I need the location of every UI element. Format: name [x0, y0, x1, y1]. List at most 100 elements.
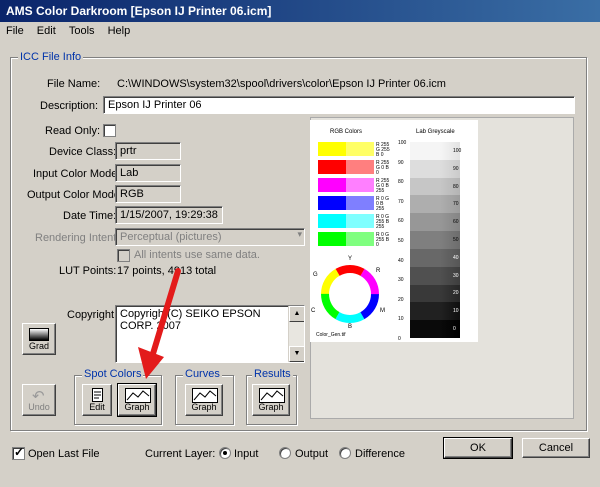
open-last-file-checkbox[interactable]: [12, 445, 25, 460]
red-arrow-annotation: [138, 268, 181, 379]
graph-icon: [125, 388, 151, 403]
input-color-mode-label: Input Color Mode:: [33, 168, 121, 180]
menu-edit[interactable]: Edit: [33, 22, 60, 41]
grey-step-label: 100: [453, 147, 462, 154]
layer-output-label: Output: [295, 448, 329, 460]
scroll-down-icon[interactable]: ▼: [289, 346, 304, 362]
layer-input-radio[interactable]: [219, 447, 231, 459]
read-only-label: Read Only:: [45, 125, 101, 137]
current-layer-label: Current Layer:: [145, 448, 216, 460]
all-intents-label: All intents use same data.: [134, 249, 260, 261]
swatch-primary: [318, 160, 346, 174]
graph-icon: [192, 388, 218, 403]
swatch-rgb-label: R 255 G 0 B 255: [376, 178, 390, 194]
document-edit-icon: [92, 388, 103, 402]
rgb-colors-title: RGB Colors: [330, 129, 363, 135]
copyright-label: Copyright:: [67, 309, 118, 321]
wheel-label-c: C: [311, 308, 316, 314]
main-window: AMS Color Darkroom [Epson IJ Printer 06.…: [0, 0, 600, 487]
window-title: AMS Color Darkroom [Epson IJ Printer 06.…: [6, 4, 272, 18]
results-legend: Results: [252, 368, 293, 380]
grey-step-label: 40: [453, 254, 459, 261]
graph-icon: [259, 388, 285, 403]
grey-axis-tick: 80: [398, 179, 404, 186]
copyright-scrollbar[interactable]: ▲ ▼: [288, 306, 304, 362]
output-color-mode-label: Output Color Mode:: [27, 189, 123, 201]
wheel-label-m: M: [380, 308, 385, 314]
layer-difference-label: Difference: [355, 448, 405, 460]
grey-axis-tick: 60: [398, 218, 404, 225]
spot-edit-label: Edit: [89, 402, 105, 412]
grey-step-label: 30: [453, 272, 459, 279]
grey-axis-tick: 10: [398, 316, 404, 323]
swatch-rgb-label: R 0 G 255 B 255: [376, 214, 390, 230]
swatch-rgb-label: R 0 G 0 B 255: [376, 196, 390, 212]
device-class-field: prtr: [115, 142, 181, 160]
menu-file[interactable]: File: [2, 22, 28, 41]
undo-button[interactable]: ↶ Undo: [22, 384, 56, 416]
rendering-intent-select[interactable]: Perceptual (pictures) ▾: [115, 228, 305, 246]
menu-tools[interactable]: Tools: [65, 22, 99, 41]
menu-help[interactable]: Help: [104, 22, 135, 41]
swatch-rgb-label: R 255 G 0 B 0: [376, 160, 390, 176]
swatch-tint: [346, 160, 374, 174]
lab-greyscale-title: Lab Greyscale: [416, 129, 455, 135]
date-time-label: Date Time:: [63, 210, 117, 222]
device-class-label: Device Class:: [49, 146, 117, 158]
swatch-primary: [318, 214, 346, 228]
grey-step-label: 20: [453, 290, 459, 297]
grey-step-label: 90: [453, 165, 459, 172]
grey-axis-tick: 0: [398, 336, 401, 342]
output-color-mode-field: RGB: [115, 185, 181, 203]
wheel-label-r: R: [376, 268, 381, 274]
undo-button-label: Undo: [28, 402, 50, 412]
curves-graph-label: Graph: [191, 402, 217, 412]
swatch-primary: [318, 232, 346, 246]
swatch-primary: [318, 178, 346, 192]
ok-button[interactable]: OK: [443, 437, 513, 459]
grey-axis-tick: 100: [398, 140, 407, 146]
open-last-file-label: Open Last File: [28, 448, 100, 460]
grey-axis-tick: 90: [398, 159, 404, 166]
title-bar: AMS Color Darkroom [Epson IJ Printer 06.…: [0, 0, 600, 22]
scroll-up-icon[interactable]: ▲: [289, 306, 304, 322]
swatch-tint: [346, 214, 374, 228]
results-graph-label: Graph: [258, 402, 284, 412]
layer-difference-radio[interactable]: [339, 447, 351, 459]
grey-step-label: 10: [453, 308, 459, 315]
chevron-down-icon: ▾: [297, 229, 302, 239]
swatch-tint: [346, 196, 374, 210]
grad-button-label: Grad: [28, 341, 49, 351]
spot-graph-button[interactable]: Graph: [117, 383, 157, 417]
file-name-value: C:\WINDOWS\system32\spool\drivers\color\…: [117, 78, 446, 90]
grey-step-label: 0: [453, 326, 456, 333]
wheel-label-y: Y: [348, 256, 353, 262]
grey-axis-tick: 70: [398, 198, 404, 205]
grey-axis-tick: 50: [398, 238, 404, 244]
swatch-primary: [318, 142, 346, 156]
grey-step-label: 50: [453, 237, 459, 243]
menu-bar: File Edit Tools Help: [0, 22, 600, 41]
layer-output-radio[interactable]: [279, 447, 291, 459]
description-label: Description:: [40, 100, 99, 112]
read-only-checkbox[interactable]: [103, 124, 116, 137]
spot-graph-label: Graph: [124, 402, 150, 412]
results-graph-button[interactable]: Graph: [252, 384, 290, 416]
layer-input-label: Input: [234, 448, 259, 460]
icc-file-info-legend: ICC File Info: [18, 51, 84, 63]
swatch-rgb-label: R 255 G 255 B 0: [376, 142, 390, 158]
grey-axis-tick: 40: [398, 257, 404, 264]
swatch-primary: [318, 196, 346, 210]
all-intents-checkbox[interactable]: [117, 249, 130, 262]
input-color-mode-field: Lab: [115, 164, 181, 182]
lut-points-label: LUT Points:: [59, 265, 117, 277]
description-input[interactable]: Epson IJ Printer 06: [103, 96, 575, 114]
wheel-label-g: G: [313, 272, 318, 278]
cancel-button[interactable]: Cancel: [522, 438, 590, 458]
swatch-tint: [346, 178, 374, 192]
spot-edit-button[interactable]: Edit: [82, 384, 112, 416]
preview-image: RGB Colors Lab Greyscale R 255 G 255 B 0…: [310, 120, 478, 342]
curves-graph-button[interactable]: Graph: [185, 384, 223, 416]
grad-button[interactable]: Grad: [22, 323, 56, 355]
wheel-label-b: B: [348, 324, 353, 330]
